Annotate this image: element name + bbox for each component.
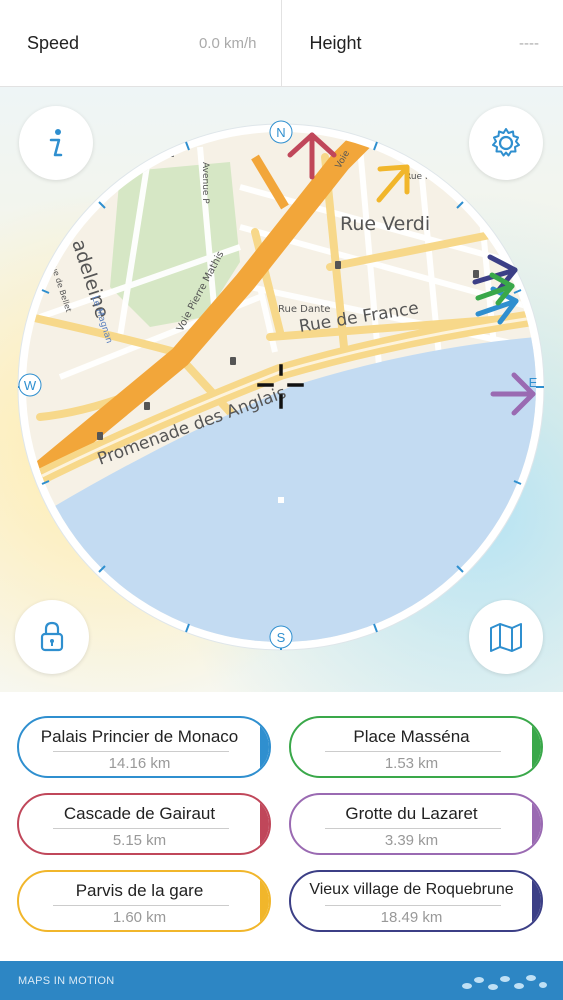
compass-south: S xyxy=(277,630,286,645)
destination-color-bar xyxy=(260,872,269,930)
destination-card[interactable]: Parvis de la gare 1.60 km xyxy=(17,870,271,932)
speed-cell: Speed 0.0 km/h xyxy=(0,0,281,86)
destination-color-bar xyxy=(532,795,541,853)
map-label-avenue: Avenue P xyxy=(200,162,210,204)
gear-icon xyxy=(492,128,520,157)
destination-distance: 1.60 km xyxy=(112,909,167,926)
destination-distance: 3.39 km xyxy=(384,832,439,849)
compass-west: W xyxy=(24,378,37,393)
map-label-rue-verdi: Rue Verdi xyxy=(340,213,430,235)
location-dot xyxy=(278,497,284,503)
destination-underline xyxy=(325,828,501,829)
status-header: Speed 0.0 km/h Height ---- xyxy=(0,0,563,87)
info-button[interactable] xyxy=(19,106,93,180)
folded-map-icon xyxy=(490,623,522,652)
destination-card[interactable]: Cascade de Gairaut 5.15 km xyxy=(17,793,271,855)
destination-distance: 5.15 km xyxy=(112,832,167,849)
settings-button[interactable] xyxy=(469,106,543,180)
destination-underline xyxy=(53,905,229,906)
destination-underline xyxy=(53,751,229,752)
speed-label: Speed xyxy=(27,32,80,53)
lock-button[interactable] xyxy=(15,600,89,674)
destination-distance: 14.16 km xyxy=(108,755,171,772)
destination-name: Vieux village de Roquebrune xyxy=(309,881,514,898)
height-cell: Height ---- xyxy=(280,0,563,86)
destination-name: Cascade de Gairaut xyxy=(63,804,216,823)
map-label-rue-dante: Rue Dante xyxy=(278,304,330,315)
height-value: ---- xyxy=(519,34,539,52)
speed-value: 0.0 km/h xyxy=(198,34,257,52)
destination-color-bar xyxy=(260,795,269,853)
compass-map[interactable]: Rue Verdi Rue de France Promenade des An… xyxy=(0,87,563,692)
info-icon xyxy=(49,129,63,157)
destination-card[interactable]: Place Masséna 1.53 km xyxy=(289,716,543,778)
footer-brand: MAPS IN MOTION xyxy=(18,974,115,987)
destination-card[interactable]: Grotte du Lazaret 3.39 km xyxy=(289,793,543,855)
destination-distance: 18.49 km xyxy=(380,909,443,926)
destination-name: Parvis de la gare xyxy=(75,881,204,900)
destination-name: Place Masséna xyxy=(353,727,470,746)
lock-icon xyxy=(40,621,64,652)
destination-card[interactable]: Vieux village de Roquebrune 18.49 km xyxy=(289,870,543,932)
footprints-logo-icon xyxy=(462,974,547,990)
destination-underline xyxy=(53,828,229,829)
destination-color-bar xyxy=(260,718,269,776)
destination-name: Palais Princier de Monaco xyxy=(40,727,239,746)
compass-north: N xyxy=(276,125,285,140)
destination-name: Grotte du Lazaret xyxy=(345,804,478,823)
destination-color-bar xyxy=(532,872,541,930)
destination-color-bar xyxy=(532,718,541,776)
destination-distance: 1.53 km xyxy=(384,755,439,772)
height-label: Height xyxy=(309,32,362,53)
map-button[interactable] xyxy=(469,600,543,674)
destination-underline xyxy=(325,905,501,906)
map-view[interactable]: Rue Verdi Rue de France Promenade des An… xyxy=(0,87,563,692)
map-disc[interactable]: Rue Verdi Rue de France Promenade des An… xyxy=(20,127,560,667)
footer-bar: MAPS IN MOTION xyxy=(0,961,563,1000)
destination-underline xyxy=(325,751,501,752)
destination-card[interactable]: Palais Princier de Monaco 14.16 km xyxy=(17,716,271,778)
destination-list: Palais Princier de Monaco 14.16 km Place… xyxy=(0,693,563,961)
